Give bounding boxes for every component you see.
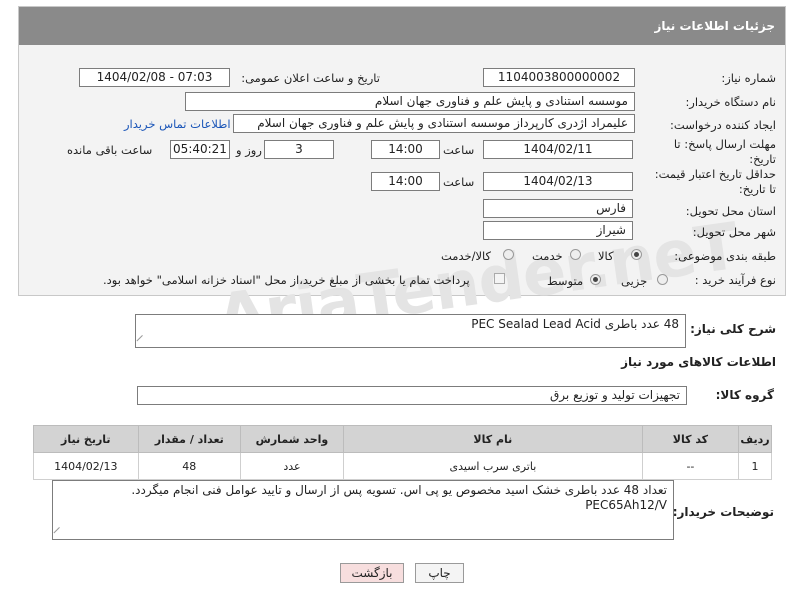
delivery-province-label: استان محل تحویل: bbox=[685, 204, 776, 218]
category-goods-label: کالا bbox=[598, 249, 614, 263]
col-need-date: تاریخ نیاز bbox=[33, 425, 139, 453]
category-goods-service-radio[interactable] bbox=[503, 249, 514, 260]
cell-quantity: 48 bbox=[137, 452, 242, 480]
goods-group-label: گروه کالا: bbox=[715, 388, 774, 402]
category-label: طبقه بندی موضوعی: bbox=[674, 249, 776, 263]
category-goods-service-label: کالا/خدمت bbox=[441, 249, 492, 263]
validity-time-field: 14:00 bbox=[371, 172, 440, 191]
print-button[interactable]: چاپ bbox=[415, 563, 464, 583]
table-row: 1 -- باتری سرب اسیدی عدد 48 1404/02/13 bbox=[33, 452, 772, 480]
col-goods-name: نام کالا bbox=[342, 425, 643, 453]
general-desc-field: 48 عدد باطری PEC Sealad Lead Acid bbox=[135, 314, 686, 348]
need-number-label: شماره نیاز: bbox=[721, 71, 776, 85]
cell-need-date: 1404/02/13 bbox=[33, 452, 139, 480]
announce-datetime-field: 1404/02/08 - 07:03 bbox=[79, 68, 230, 87]
announce-datetime-label: تاریخ و ساعت اعلان عمومی: bbox=[241, 71, 380, 85]
validity-time-label: ساعت bbox=[443, 175, 475, 189]
purchase-type-label: نوع فرآیند خرید : bbox=[694, 273, 776, 287]
category-service-radio[interactable] bbox=[570, 249, 581, 260]
remaining-label: ساعت باقی مانده bbox=[67, 143, 153, 157]
col-quantity: تعداد / مقدار bbox=[137, 425, 242, 453]
goods-info-title: اطلاعات کالاهای مورد نیاز bbox=[621, 355, 776, 369]
cell-goods-name: باتری سرب اسیدی bbox=[342, 452, 643, 480]
deadline-date-field: 1404/02/11 bbox=[483, 140, 633, 159]
resize-grip-icon[interactable] bbox=[136, 334, 149, 348]
purchase-medium-radio[interactable] bbox=[590, 274, 601, 285]
purchase-medium-label: متوسط bbox=[547, 274, 584, 288]
category-goods-radio[interactable] bbox=[631, 249, 642, 260]
purchase-partial-radio[interactable] bbox=[657, 274, 668, 285]
back-button[interactable]: بازگشت bbox=[340, 563, 404, 583]
panel-title: جزئیات اطلاعات نیاز bbox=[654, 19, 775, 33]
requester-field: علیمراد اژدری کارپرداز موسسه استنادی و پ… bbox=[233, 114, 635, 133]
need-number-field: 1104003800000002 bbox=[483, 68, 635, 87]
col-row-number: ردیف bbox=[738, 425, 772, 453]
col-unit: واحد شمارش bbox=[240, 425, 344, 453]
panel-header: جزئیات اطلاعات نیاز bbox=[19, 7, 785, 45]
buyer-notes-field: تعداد 48 عدد باطری خشک اسید مخصوص یو پی … bbox=[52, 480, 674, 540]
cell-unit: عدد bbox=[240, 452, 344, 480]
treasury-payment-note: پرداخت تمام یا بخشی از مبلغ خرید،از محل … bbox=[103, 273, 470, 287]
delivery-city-label: شهر محل تحویل: bbox=[692, 225, 776, 239]
buyer-notes-line-1: تعداد 48 عدد باطری خشک اسید مخصوص یو پی … bbox=[131, 483, 667, 497]
days-and-label: روز و bbox=[236, 143, 262, 157]
treasury-payment-checkbox[interactable] bbox=[494, 273, 505, 284]
goods-group-field: تجهیزات تولید و توزیع برق bbox=[137, 386, 687, 405]
buyer-notes-line-2: PEC65Ah12/V bbox=[585, 498, 667, 512]
cell-row-number: 1 bbox=[738, 452, 772, 480]
goods-table-header: ردیف کد کالا نام کالا واحد شمارش تعداد /… bbox=[33, 425, 772, 453]
deadline-label: مهلت ارسال پاسخ: تا تاریخ: bbox=[673, 137, 776, 166]
category-service-label: خدمت bbox=[532, 249, 563, 263]
deadline-time-label: ساعت bbox=[443, 143, 475, 157]
time-left-field: 05:40:21 bbox=[170, 140, 230, 159]
general-desc-label: شرح کلی نیاز: bbox=[690, 322, 776, 336]
general-desc-text: 48 عدد باطری PEC Sealad Lead Acid bbox=[471, 317, 679, 331]
resize-grip-icon[interactable] bbox=[53, 526, 66, 540]
buyer-org-field: موسسه استنادی و پایش علم و فناوری جهان ا… bbox=[185, 92, 635, 111]
deadline-time-field: 14:00 bbox=[371, 140, 440, 159]
purchase-partial-label: جزیی bbox=[621, 274, 648, 288]
cell-goods-code: -- bbox=[641, 452, 740, 480]
validity-date-field: 1404/02/13 bbox=[483, 172, 633, 191]
buyer-notes-label: توضیحات خریدار: bbox=[672, 505, 774, 519]
days-left-field: 3 bbox=[264, 140, 334, 159]
col-goods-code: کد کالا bbox=[641, 425, 740, 453]
city-field: شیراز bbox=[483, 221, 633, 240]
buyer-org-label: نام دستگاه خریدار: bbox=[685, 95, 776, 109]
province-field: فارس bbox=[483, 199, 633, 218]
requester-label: ایجاد کننده درخواست: bbox=[670, 118, 776, 132]
price-validity-label: حداقل تاریخ اعتبار قیمت: تا تاریخ: bbox=[654, 167, 776, 196]
goods-table: ردیف کد کالا نام کالا واحد شمارش تعداد /… bbox=[33, 425, 772, 480]
buyer-contact-link[interactable]: اطلاعات تماس خریدار bbox=[124, 117, 231, 131]
